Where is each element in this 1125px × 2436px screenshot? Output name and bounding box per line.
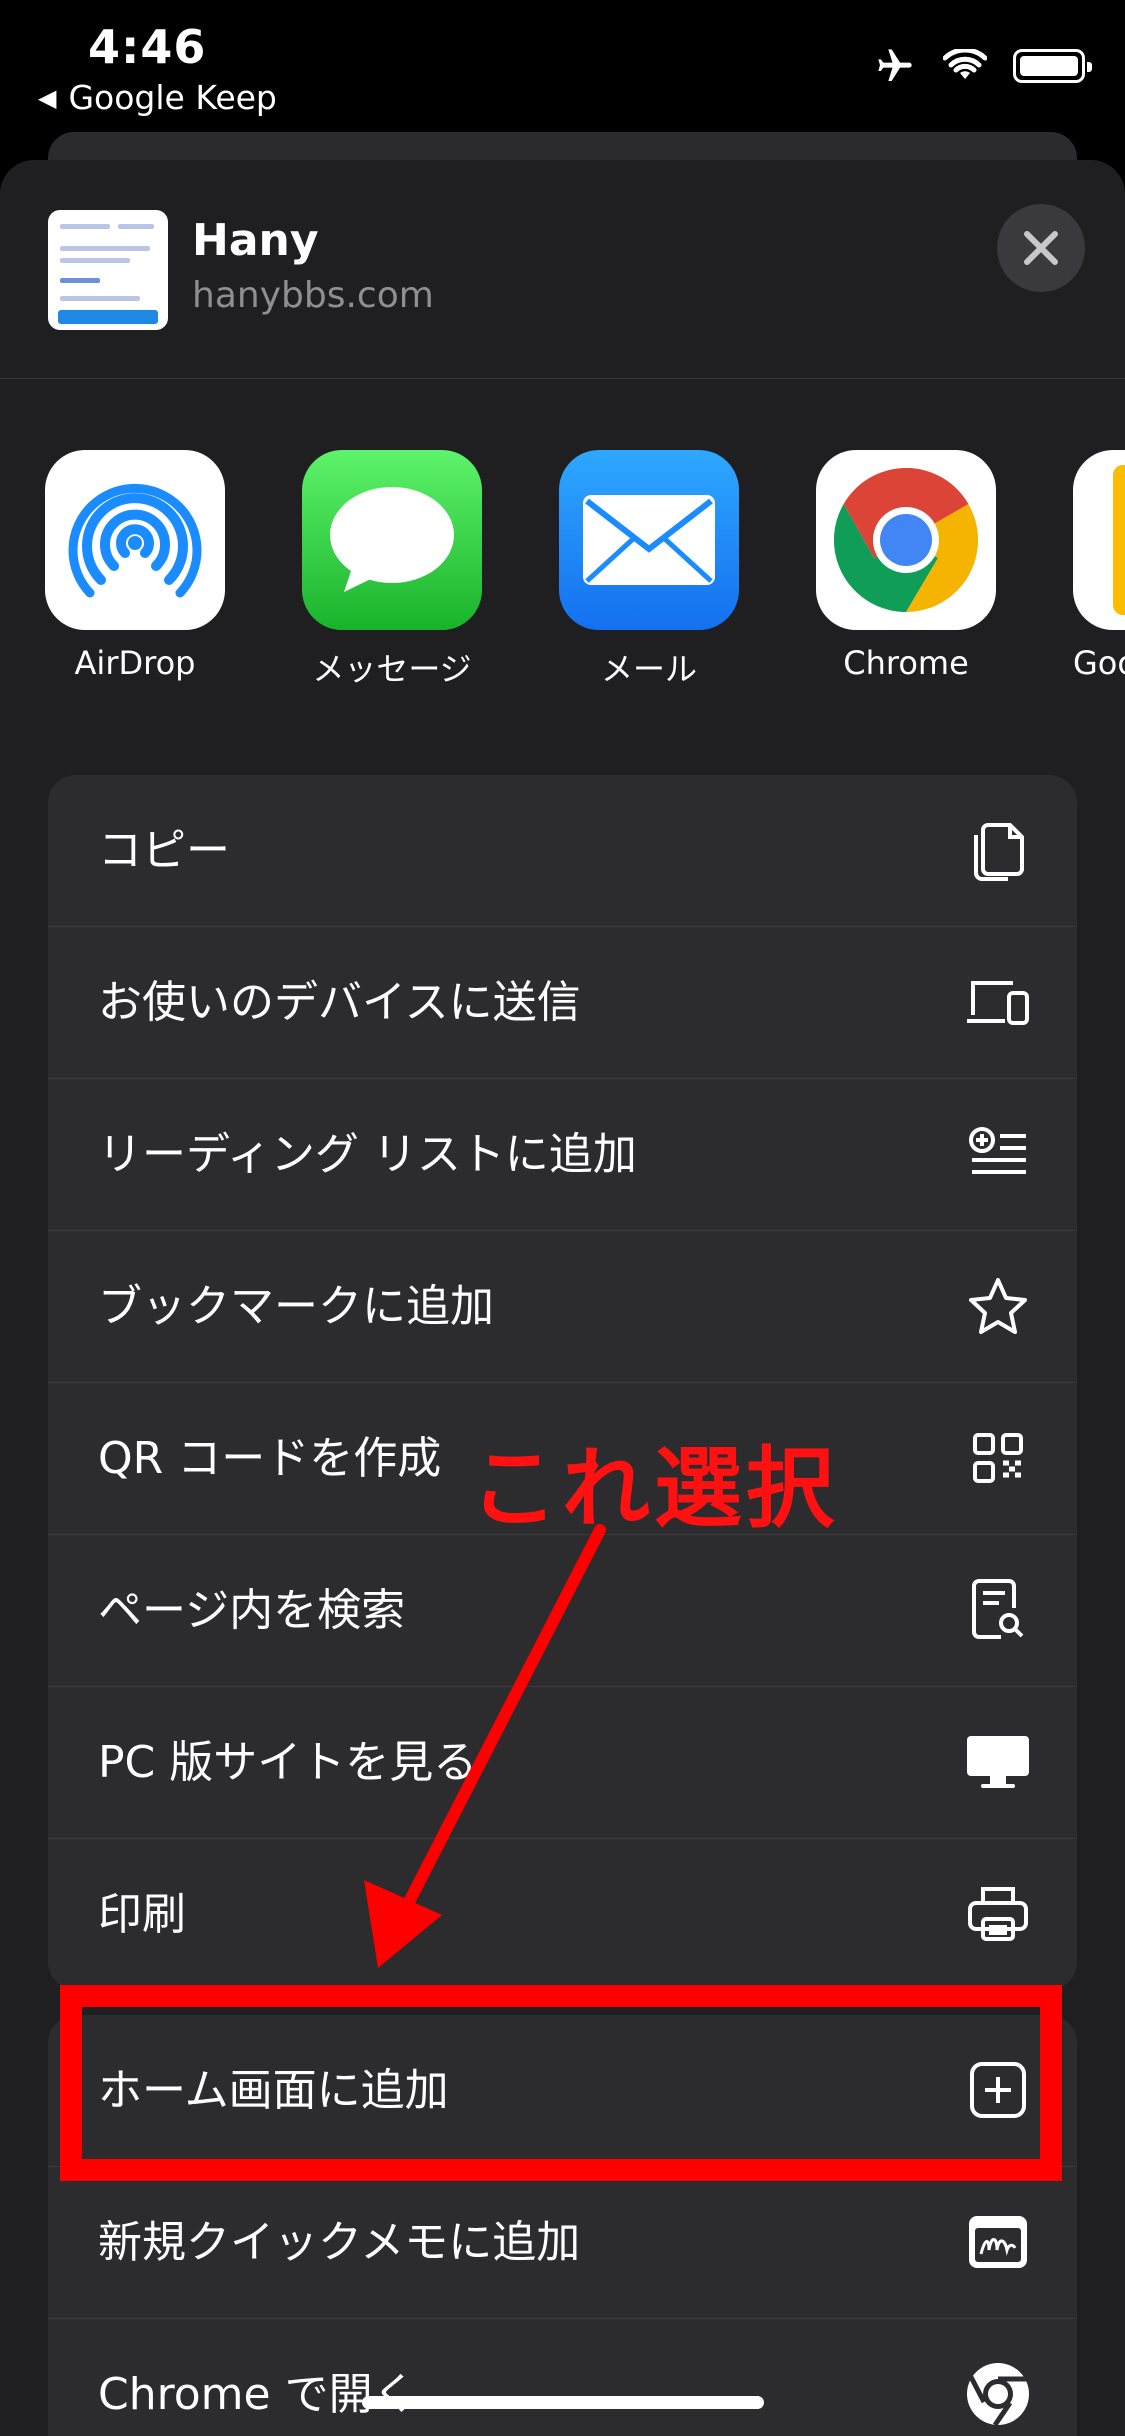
home-indicator[interactable] — [362, 2396, 764, 2409]
annotation-arrow — [364, 1524, 606, 1968]
